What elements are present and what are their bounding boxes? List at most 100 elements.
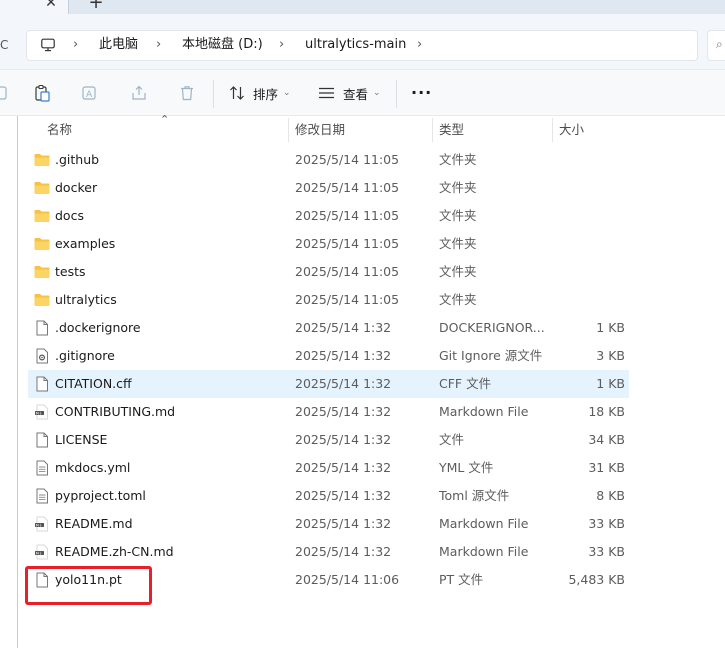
tab-strip: ✕ +	[0, 0, 725, 14]
breadcrumb-this-pc[interactable]: 此电脑	[99, 37, 138, 53]
file-size: 1 KB	[596, 320, 625, 335]
file-row[interactable]: ultralytics 2025/5/14 11:05 文件夹	[28, 286, 629, 314]
gear-file-icon	[34, 348, 50, 364]
file-row[interactable]: M↓ README.md 2025/5/14 1:32 Markdown File 33…	[28, 510, 629, 538]
breadcrumb-chevron[interactable]: ›	[156, 37, 161, 53]
file-type: CFF 文件	[439, 376, 492, 391]
file-type: 文件夹	[439, 292, 477, 307]
file-modified-date: 2025/5/14 11:05	[295, 292, 400, 307]
file-row[interactable]: yolo11n.pt 2025/5/14 11:06 PT 文件 5,483 KB	[28, 566, 629, 594]
file-name: LICENSE	[55, 432, 108, 447]
file-modified-date: 2025/5/14 11:05	[295, 264, 400, 279]
delete-icon[interactable]	[178, 84, 196, 102]
file-row[interactable]: CITATION.cff 2025/5/14 1:32 CFF 文件 1 KB	[28, 370, 629, 398]
file-type: YML 文件	[439, 460, 494, 475]
breadcrumb-folder[interactable]: ultralytics-main	[305, 37, 406, 53]
file-modified-date: 2025/5/14 11:05	[295, 152, 400, 167]
address-bar[interactable]: › 此电脑 › 本地磁盘 (D:) › ultralytics-main ›	[26, 30, 698, 61]
breadcrumb-chevron[interactable]: ›	[73, 37, 78, 53]
file-name: .dockerignore	[55, 320, 141, 335]
chevron-down-icon: ⌄	[283, 88, 291, 98]
command-bar: A 排序 ⌄ 查看 ⌄ ···	[0, 69, 725, 116]
file-type: PT 文件	[439, 572, 484, 587]
column-divider[interactable]	[288, 118, 289, 142]
file-icon	[34, 320, 50, 336]
chevron-down-icon: ⌄	[373, 88, 381, 98]
file-row[interactable]: M↓ CONTRIBUTING.md 2025/5/14 1:32 Markdown …	[28, 398, 629, 426]
file-modified-date: 2025/5/14 1:32	[295, 348, 392, 363]
file-row[interactable]: tests 2025/5/14 11:05 文件夹	[28, 258, 629, 286]
file-row[interactable]: docker 2025/5/14 11:05 文件夹	[28, 174, 629, 202]
file-row[interactable]: .gitignore 2025/5/14 1:32 Git Ignore 源文件 3 …	[28, 342, 629, 370]
file-size: 3 KB	[596, 348, 625, 363]
cut-icon[interactable]	[0, 84, 8, 102]
file-modified-date: 2025/5/14 11:05	[295, 208, 400, 223]
file-modified-date: 2025/5/14 1:32	[295, 516, 392, 531]
command-divider	[396, 80, 397, 108]
svg-text:M↓: M↓	[36, 522, 42, 527]
text-file-icon	[34, 460, 50, 476]
file-name: examples	[55, 236, 116, 251]
share-icon[interactable]	[130, 84, 148, 102]
folder-icon	[34, 208, 50, 224]
file-name: .github	[55, 152, 100, 167]
file-size: 8 KB	[596, 488, 625, 503]
file-modified-date: 2025/5/14 1:32	[295, 320, 392, 335]
breadcrumb-local-disk[interactable]: 本地磁盘 (D:)	[182, 37, 263, 53]
view-icon	[319, 87, 334, 99]
tab-active[interactable]: ✕	[0, 0, 68, 14]
file-name: ultralytics	[55, 292, 117, 307]
file-row[interactable]: M↓ README.zh-CN.md 2025/5/14 1:32 Markdown …	[28, 538, 629, 566]
search-icon: ⌕	[716, 37, 723, 51]
command-divider	[213, 80, 214, 108]
file-type: 文件夹	[439, 180, 477, 195]
breadcrumb-chevron[interactable]: ›	[279, 37, 284, 53]
sort-icon	[230, 86, 244, 100]
refresh-icon[interactable]: C	[0, 38, 8, 52]
close-tab-icon[interactable]: ✕	[44, 0, 58, 11]
folder-icon	[34, 236, 50, 252]
file-name: mkdocs.yml	[55, 460, 131, 475]
column-divider[interactable]	[552, 118, 553, 142]
svg-text:M↓: M↓	[36, 410, 42, 415]
paste-icon[interactable]	[33, 84, 51, 102]
file-icon	[34, 376, 50, 392]
search-input[interactable]: ⌕	[707, 30, 725, 61]
file-icon	[34, 572, 50, 588]
file-row[interactable]: docs 2025/5/14 11:05 文件夹	[28, 202, 629, 230]
breadcrumb-chevron[interactable]: ›	[417, 37, 422, 53]
file-row[interactable]: examples 2025/5/14 11:05 文件夹	[28, 230, 629, 258]
pane-divider[interactable]	[17, 116, 18, 648]
file-row[interactable]: .dockerignore 2025/5/14 1:32 DOCKERIGNOR..…	[28, 314, 629, 342]
file-name: README.zh-CN.md	[55, 544, 174, 559]
file-row[interactable]: pyproject.toml 2025/5/14 1:32 Toml 源文件 8 KB	[28, 482, 629, 510]
column-header-name[interactable]: 名称	[47, 116, 72, 144]
file-type: Markdown File	[439, 544, 529, 559]
file-modified-date: 2025/5/14 11:05	[295, 180, 400, 195]
sort-button[interactable]: 排序 ⌄	[229, 82, 291, 104]
file-type: DOCKERIGNOR...	[439, 320, 545, 335]
file-icon	[34, 432, 50, 448]
folder-icon	[34, 180, 50, 196]
file-size: 5,483 KB	[568, 572, 625, 587]
file-type: Toml 源文件	[439, 488, 510, 503]
more-options-button[interactable]: ···	[411, 83, 432, 102]
file-row[interactable]: mkdocs.yml 2025/5/14 1:32 YML 文件 31 KB	[28, 454, 629, 482]
rename-icon[interactable]: A	[81, 84, 99, 102]
file-type: 文件夹	[439, 264, 477, 279]
new-tab-icon[interactable]: +	[87, 0, 105, 12]
column-header-date[interactable]: 修改日期	[295, 116, 345, 144]
column-header-type[interactable]: 类型	[439, 116, 464, 144]
svg-text:A: A	[86, 90, 93, 100]
file-type: 文件夹	[439, 236, 477, 251]
markdown-file-icon: M↓	[34, 404, 50, 420]
column-header-size[interactable]: 大小	[559, 116, 584, 144]
view-button[interactable]: 查看 ⌄	[318, 82, 381, 104]
file-name: docs	[55, 208, 84, 223]
file-row[interactable]: .github 2025/5/14 11:05 文件夹	[28, 146, 629, 174]
file-list: ⌃ 名称 修改日期 类型 大小 .github 2025/5/14 11:05 文件…	[0, 113, 725, 648]
file-row[interactable]: LICENSE 2025/5/14 1:32 文件 34 KB	[28, 426, 629, 454]
file-modified-date: 2025/5/14 1:32	[295, 460, 392, 475]
column-divider[interactable]	[432, 118, 433, 142]
monitor-icon[interactable]	[41, 38, 55, 52]
